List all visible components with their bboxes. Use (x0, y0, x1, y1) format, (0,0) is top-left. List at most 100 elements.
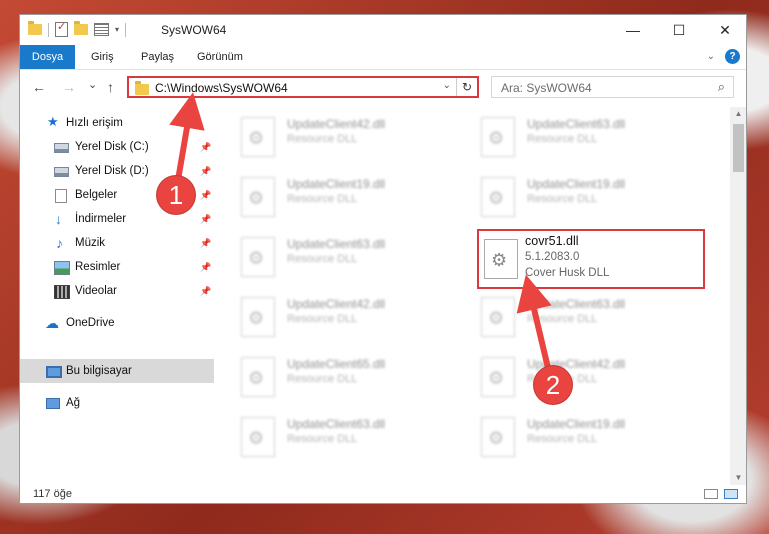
dll-file-icon (481, 297, 515, 337)
dll-file-icon (481, 417, 515, 457)
sidebar-item-pictures[interactable]: Resimler 📌 (20, 255, 214, 279)
new-folder-icon[interactable] (74, 21, 88, 35)
vertical-scrollbar[interactable]: ▲ ▼ (730, 107, 746, 485)
toolbar-divider (125, 22, 127, 37)
sidebar-item-quick-access[interactable]: ★ Hızlı erişim (20, 111, 214, 135)
file-item-covr51[interactable]: covr51.dll 5.1.2083.0 Cover Husk DLL (477, 229, 705, 289)
details-view-icon[interactable] (704, 489, 718, 499)
help-icon[interactable]: ? (725, 49, 740, 64)
sidebar-item-label: Bu bilgisayar (66, 365, 132, 377)
window-title: SysWOW64 (161, 23, 227, 37)
file-item[interactable]: UpdateClient63.dll Resource DLL (237, 411, 467, 467)
file-item[interactable]: UpdateClient42.dll Resource DLL (477, 351, 707, 407)
search-input[interactable]: Ara: SysWOW64 (501, 81, 592, 95)
download-icon: ↓ (55, 211, 62, 227)
address-path[interactable]: C:\Windows\SysWOW64 (155, 81, 288, 95)
ribbon-right: ⌄ ? (707, 49, 740, 64)
tab-file[interactable]: Dosya (20, 45, 75, 69)
address-dropdown-icon[interactable]: ⌄ (443, 80, 451, 91)
pin-icon[interactable]: 📌 (200, 279, 211, 303)
pin-icon[interactable]: 📌 (200, 207, 211, 231)
minimize-button[interactable]: — (610, 15, 656, 45)
sidebar-item-videos[interactable]: Videolar 📌 (20, 279, 214, 303)
title-bar: ▾ SysWOW64 — ☐ ✕ (20, 15, 746, 45)
file-description: Resource DLL (287, 193, 358, 205)
status-bar: 117 öğe (20, 485, 746, 503)
pin-icon[interactable]: 📌 (200, 255, 211, 279)
sidebar-item-label: Yerel Disk (C:) (75, 141, 149, 153)
folder-icon (28, 21, 42, 35)
sidebar-item-label: İndirmeler (75, 213, 127, 225)
toolbar-divider (48, 22, 49, 37)
dll-file-icon (241, 177, 275, 217)
file-name: covr51.dll (525, 234, 579, 248)
pictures-icon (54, 261, 70, 275)
file-name: UpdateClient63.dll (287, 417, 386, 431)
cloud-icon: ☁ (45, 315, 59, 331)
search-icon: ⌕ (717, 79, 725, 94)
sidebar-item-onedrive[interactable]: ☁ OneDrive (20, 311, 214, 335)
customize-toolbar-icon[interactable]: ▾ (115, 25, 119, 34)
sidebar-item-label: Yerel Disk (D:) (75, 165, 149, 177)
star-icon: ★ (47, 114, 59, 129)
pin-icon[interactable]: 📌 (200, 135, 211, 159)
file-name: UpdateClient63.dll (527, 117, 626, 131)
up-button[interactable]: ↑ (107, 79, 114, 95)
file-item[interactable]: UpdateClient19.dll Resource DLL (477, 171, 707, 227)
tab-share[interactable]: Paylaş (141, 45, 174, 69)
scroll-up-icon[interactable]: ▲ (730, 107, 746, 121)
tab-home[interactable]: Giriş (91, 45, 114, 69)
dll-file-icon (481, 117, 515, 157)
maximize-button[interactable]: ☐ (656, 15, 702, 45)
refresh-button[interactable]: ↻ (456, 78, 477, 96)
close-button[interactable]: ✕ (702, 15, 746, 45)
properties-icon[interactable] (55, 20, 68, 37)
file-item[interactable]: UpdateClient63.dll Resource DLL (477, 291, 707, 347)
file-item[interactable]: UpdateClient65.dll Resource DLL (237, 351, 467, 407)
tab-view[interactable]: Görünüm (197, 45, 243, 69)
dll-file-icon (241, 297, 275, 337)
file-name: UpdateClient63.dll (527, 297, 626, 311)
drive-icon (54, 167, 69, 177)
file-name: UpdateClient19.dll (527, 177, 626, 191)
sidebar-item-label: Müzik (75, 237, 106, 249)
sidebar-item-music[interactable]: ♪ Müzik 📌 (20, 231, 214, 255)
file-item[interactable]: UpdateClient42.dll Resource DLL (237, 291, 467, 347)
back-button[interactable]: ← (32, 79, 46, 95)
dll-file-icon (481, 357, 515, 397)
file-item[interactable]: UpdateClient63.dll Resource DLL (237, 231, 467, 287)
step-2-badge: 2 (534, 366, 572, 404)
file-description: Resource DLL (287, 433, 358, 445)
file-item[interactable]: UpdateClient19.dll Resource DLL (237, 171, 467, 227)
drive-icon (54, 143, 69, 153)
scroll-down-icon[interactable]: ▼ (730, 471, 746, 485)
pin-icon[interactable]: 📌 (200, 159, 211, 183)
file-item[interactable]: UpdateClient63.dll Resource DLL (477, 111, 707, 167)
file-item[interactable]: UpdateClient19.dll Resource DLL (477, 411, 707, 467)
expand-ribbon-icon[interactable]: ⌄ (707, 51, 715, 62)
file-item[interactable]: UpdateClient42.dll Resource DLL (237, 111, 467, 167)
tiles-view-icon[interactable] (724, 489, 738, 499)
search-box[interactable]: Ara: SysWOW64 ⌕ (491, 76, 734, 98)
view-switcher (704, 489, 738, 499)
pin-icon[interactable]: 📌 (200, 231, 211, 255)
sidebar-item-this-pc[interactable]: Bu bilgisayar (20, 359, 214, 383)
file-description: Cover Husk DLL (525, 267, 610, 279)
pin-icon[interactable]: 📌 (200, 183, 211, 207)
recent-locations-button[interactable]: ⌄ (88, 78, 97, 91)
network-icon (46, 398, 60, 409)
item-count: 117 öğe (33, 488, 72, 500)
computer-icon (46, 366, 62, 378)
dll-file-icon (481, 177, 515, 217)
sidebar-item-label: Belgeler (75, 189, 118, 201)
file-description: Resource DLL (527, 313, 598, 325)
scrollbar-thumb[interactable] (733, 124, 744, 172)
sidebar-item-network[interactable]: Ağ (20, 391, 214, 415)
sidebar-item-label: Resimler (75, 261, 121, 273)
forward-button[interactable]: → (62, 79, 76, 95)
address-bar[interactable]: C:\Windows\SysWOW64 ⌄ ↻ (127, 76, 479, 98)
view-icon[interactable] (94, 23, 109, 36)
dll-file-icon (241, 417, 275, 457)
sidebar-item-local-disk-c[interactable]: Yerel Disk (C:) 📌 (20, 135, 214, 159)
file-description: Resource DLL (287, 373, 358, 385)
